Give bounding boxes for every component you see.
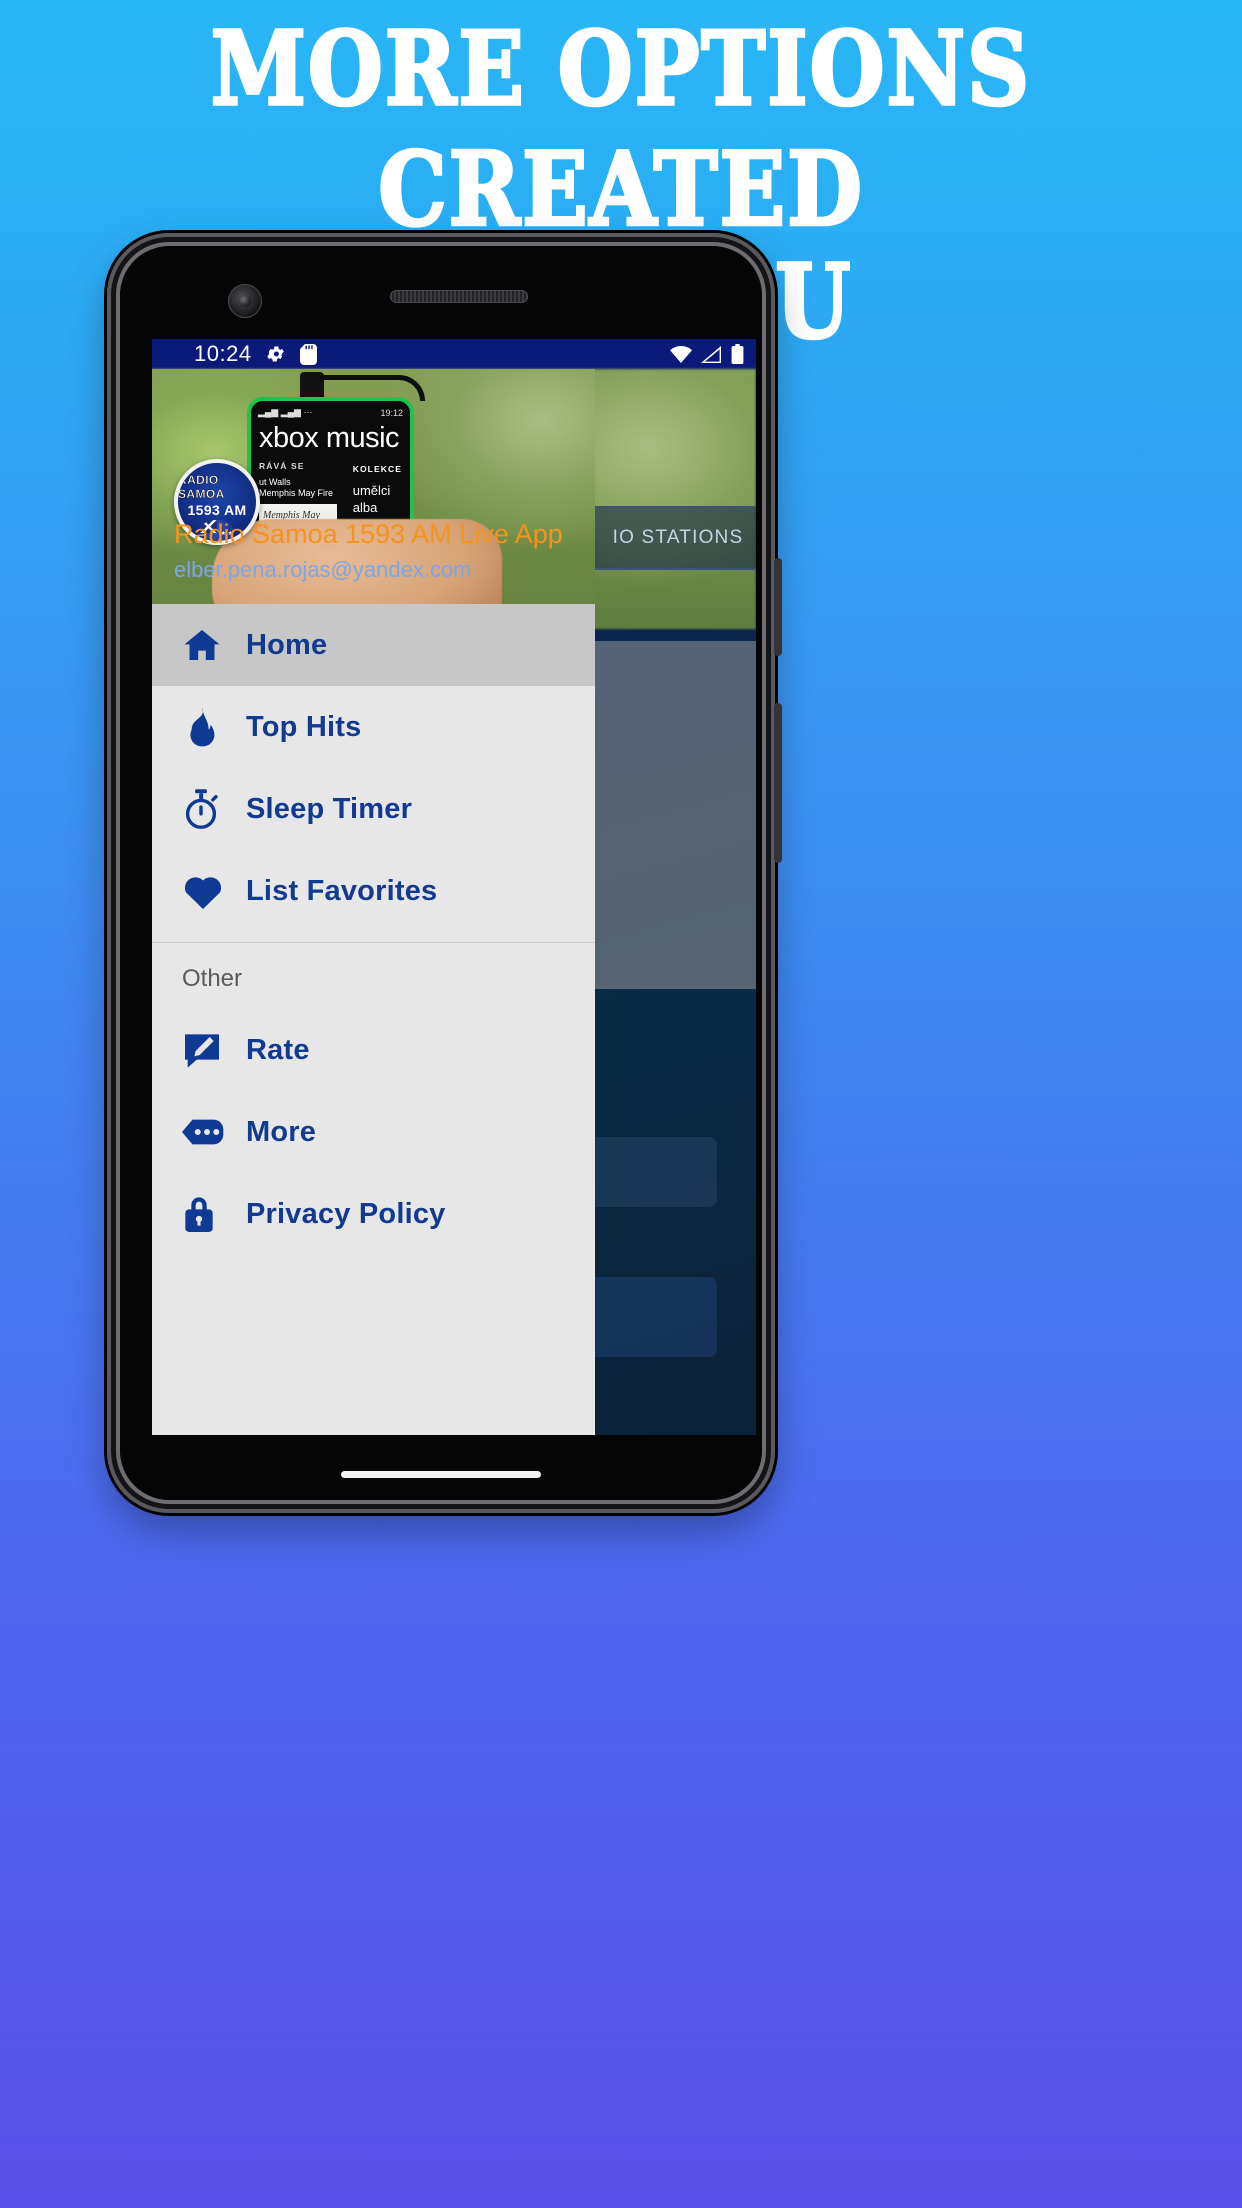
drawer-header: ▂▄▆ ▂▄▆ ⋯ 19:12 xbox music RÁVÁ SE ut Wa…: [152, 369, 595, 604]
front-camera-icon: [228, 284, 262, 318]
navigation-drawer: ▂▄▆ ▂▄▆ ⋯ 19:12 xbox music RÁVÁ SE ut Wa…: [152, 369, 595, 1435]
wallpaper-clock: 19:12: [380, 407, 403, 418]
battery-icon: [731, 344, 744, 364]
status-bar-left-icons: [266, 343, 317, 365]
phone-body: 10:24 IO STATIONS ▂▄▆ ▂▄▆ ⋯ 19:12 xbox m…: [120, 246, 762, 1500]
wallpaper-collection-item: umělci: [352, 483, 391, 498]
wallpaper-kicker-left: RÁVÁ SE: [259, 461, 305, 471]
signal-icon: [701, 345, 722, 363]
gear-icon: [266, 344, 286, 364]
phone-volume-button[interactable]: [774, 703, 782, 863]
sidebar-item-sleep-timer[interactable]: Sleep Timer: [152, 768, 595, 850]
sidebar-item-more[interactable]: More: [152, 1091, 595, 1173]
sidebar-item-list-favorites[interactable]: List Favorites: [152, 850, 595, 932]
wallpaper-collection-item: alba: [352, 500, 378, 515]
drawer-group-title-other: Other: [182, 965, 243, 992]
home-icon: [182, 625, 246, 665]
status-bar: 10:24: [152, 339, 756, 369]
sidebar-item-home-label: Home: [246, 628, 328, 661]
drawer-app-title: Radio Samoa 1593 AM Live App: [174, 519, 563, 549]
wifi-icon: [670, 345, 692, 363]
phone-mockup: 10:24 IO STATIONS ▂▄▆ ▂▄▆ ⋯ 19:12 xbox m…: [107, 233, 782, 1513]
radio-stations-chip[interactable]: IO STATIONS: [568, 506, 756, 570]
drawer-primary-list: Home Top Hits Sleep Timer List Favorites…: [152, 604, 595, 1255]
wallpaper-status-bar: ▂▄▆ ▂▄▆ ⋯ 19:12: [251, 401, 410, 418]
station-logo-line-1: RADIO SAMOA: [178, 473, 225, 501]
sd-card-icon: [299, 343, 317, 365]
status-bar-time: 10:24: [194, 341, 252, 366]
flame-icon: [182, 707, 246, 747]
sidebar-item-home[interactable]: Home: [152, 604, 595, 686]
wallpaper-signal-icon: ▂▄▆ ▂▄▆ ⋯: [258, 407, 313, 417]
rate-edit-icon: [182, 1031, 246, 1069]
sidebar-item-top-hits[interactable]: Top Hits: [152, 686, 595, 768]
heart-icon: [182, 872, 246, 910]
wallpaper-track-line-1: ut Walls: [259, 477, 291, 487]
more-ellipsis-icon: [182, 1117, 246, 1147]
station-logo-line-2: 1593 AM: [187, 502, 247, 518]
wallpaper-title: xbox music: [259, 422, 400, 454]
lock-icon: [182, 1194, 246, 1234]
sidebar-item-top-hits-label: Top Hits: [246, 710, 362, 743]
sidebar-item-rate[interactable]: Rate: [152, 1009, 595, 1091]
phone-power-button[interactable]: [774, 558, 782, 656]
sidebar-item-sleep-timer-label: Sleep Timer: [246, 792, 413, 825]
wallpaper-track-line-2: Memphis May Fire: [259, 488, 334, 498]
status-bar-right-icons: [670, 344, 744, 364]
sidebar-item-privacy-policy-label: Privacy Policy: [246, 1197, 446, 1230]
headline-line-1: More Options Created: [209, 8, 1032, 251]
sidebar-item-rate-label: Rate: [246, 1033, 310, 1066]
gesture-navigation-bar[interactable]: [341, 1471, 541, 1478]
stopwatch-icon: [182, 788, 246, 830]
sidebar-item-privacy-policy[interactable]: Privacy Policy: [152, 1173, 595, 1255]
wallpaper-kicker-right: KOLEKCE: [352, 464, 402, 474]
sidebar-item-more-label: More: [246, 1115, 317, 1148]
earpiece-speaker: [390, 290, 528, 303]
sidebar-item-list-favorites-label: List Favorites: [246, 874, 438, 907]
phone-screen: 10:24 IO STATIONS ▂▄▆ ▂▄▆ ⋯ 19:12 xbox m…: [152, 339, 756, 1435]
drawer-account-email: elber.pena.rojas@yandex.com: [174, 557, 472, 582]
